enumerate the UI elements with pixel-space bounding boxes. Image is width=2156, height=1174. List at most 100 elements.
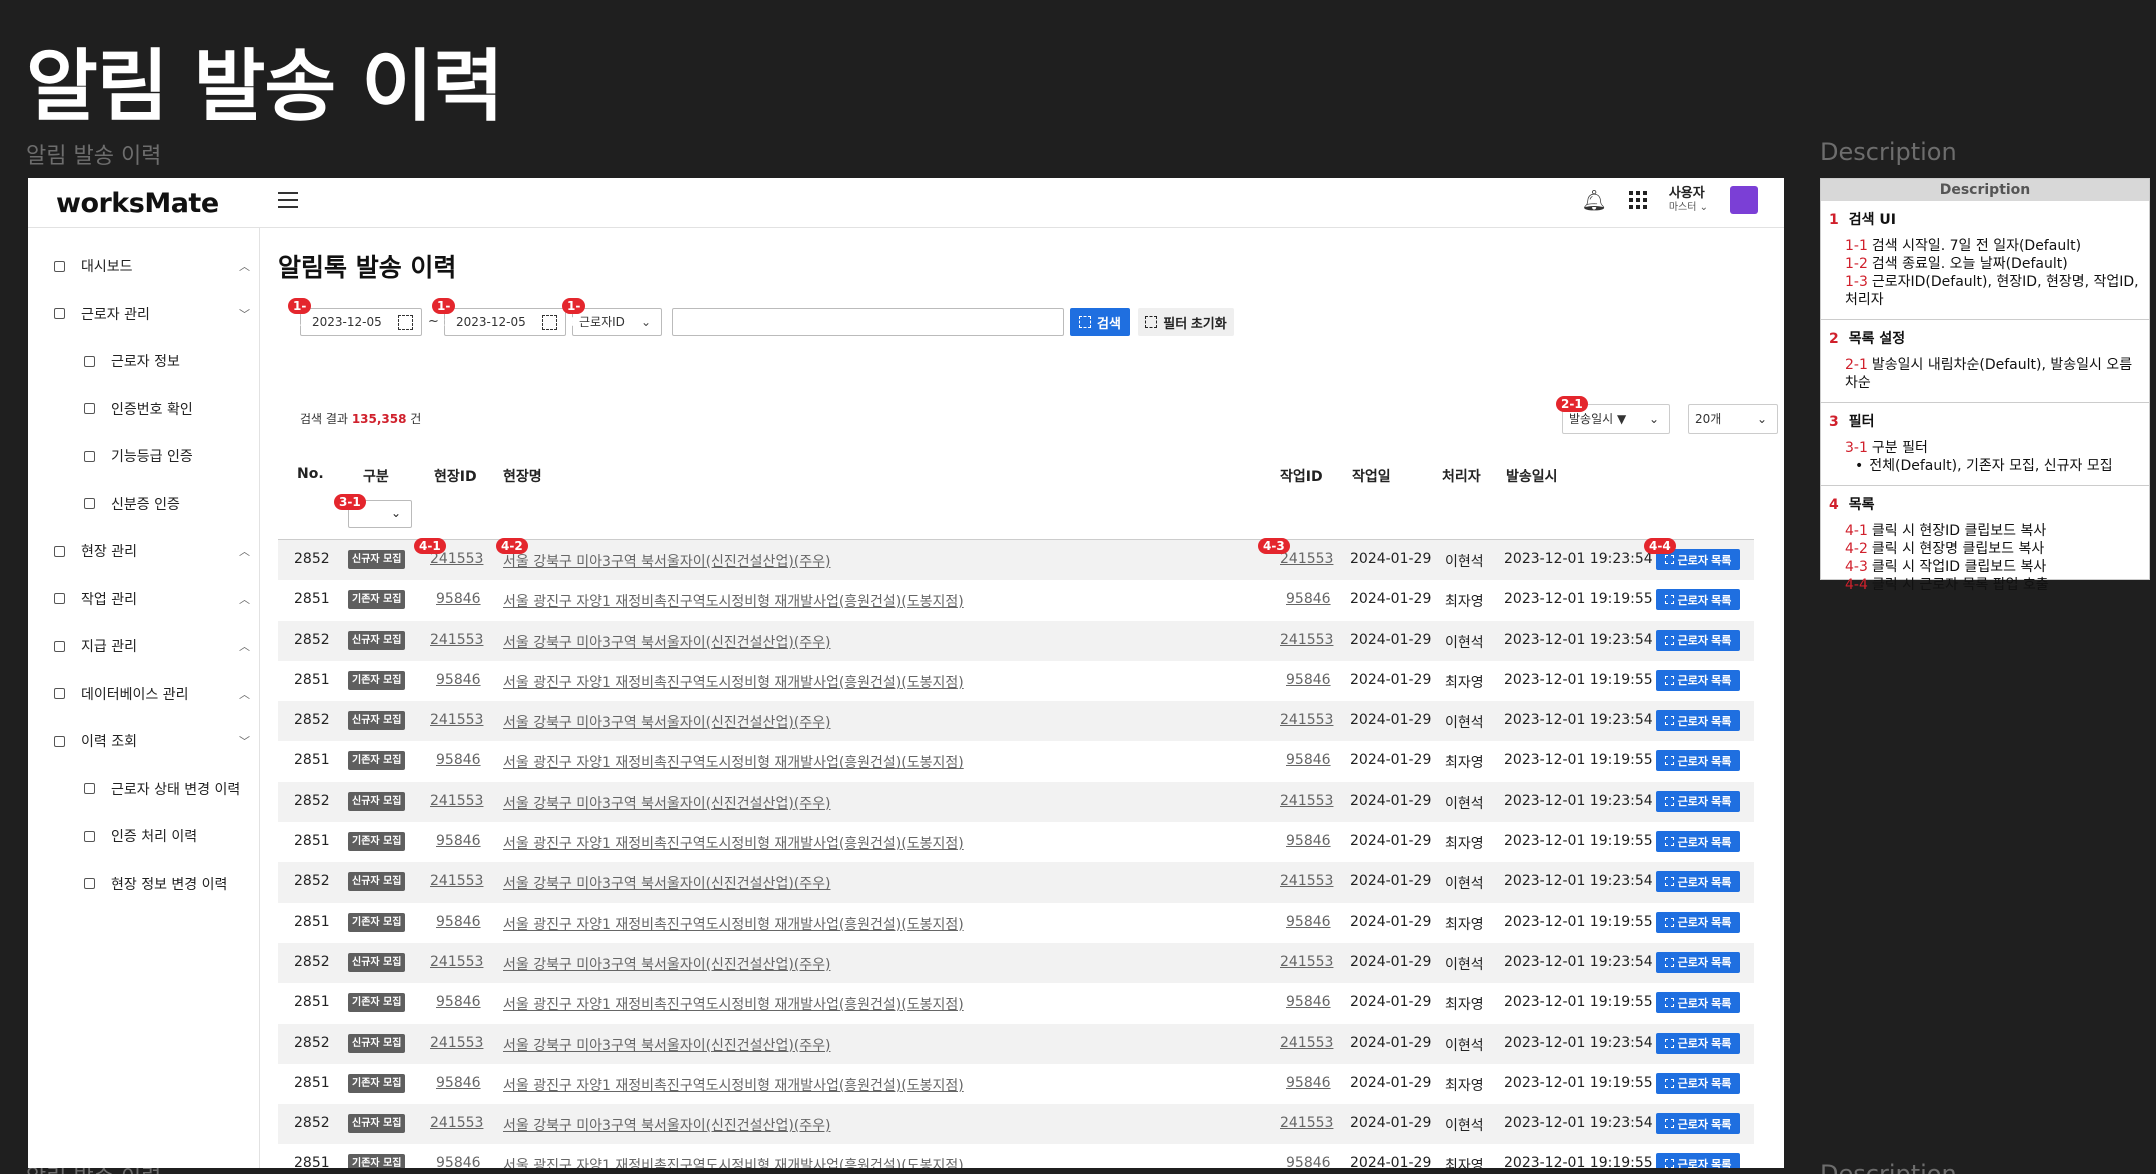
col-work-date[interactable]: 작업일 bbox=[1352, 466, 1391, 486]
site-id-link[interactable]: 95846 bbox=[436, 1155, 481, 1168]
worker-list-button[interactable]: 근로자 목록 bbox=[1656, 1113, 1740, 1135]
worker-list-button[interactable]: 근로자 목록 bbox=[1656, 1072, 1740, 1094]
sidebar-item[interactable]: 대시보드 ︿ bbox=[54, 246, 250, 286]
job-id-link[interactable]: 241553 bbox=[1280, 632, 1333, 648]
sidebar-item[interactable]: 신분증 인증 bbox=[84, 484, 250, 524]
user-menu[interactable]: 사용자 마스터 ⌄ bbox=[1669, 187, 1708, 213]
site-id-link[interactable]: 241553 bbox=[430, 793, 483, 809]
site-name-link[interactable]: 서울 강북구 미아3구역 북서울자이(신진건설산업)(주우) bbox=[503, 551, 830, 571]
worker-list-button[interactable]: 근로자 목록 bbox=[1656, 750, 1740, 772]
sidebar-item[interactable]: 기능등급 인증 bbox=[84, 436, 250, 476]
site-name-link[interactable]: 서울 광진구 자양1 재정비촉진구역도시정비형 재개발사업(흥원건설)(도봉지점… bbox=[503, 914, 964, 934]
col-no[interactable]: No. bbox=[297, 466, 324, 482]
chevron-down-icon[interactable]: ﹀ bbox=[239, 306, 250, 322]
sidebar-item[interactable]: 현장 관리 ︿ bbox=[54, 531, 250, 571]
site-id-link[interactable]: 95846 bbox=[436, 752, 481, 768]
worker-list-button[interactable]: 근로자 목록 bbox=[1656, 589, 1740, 611]
job-id-link[interactable]: 241553 bbox=[1280, 712, 1333, 728]
sidebar-item[interactable]: 작업 관리 ︿ bbox=[54, 579, 250, 619]
bell-icon[interactable]: 🔔︎ bbox=[1581, 188, 1606, 212]
site-name-link[interactable]: 서울 광진구 자양1 재정비촉진구역도시정비형 재개발사업(흥원건설)(도봉지점… bbox=[503, 1155, 964, 1168]
worker-list-button[interactable]: 근로자 목록 bbox=[1656, 669, 1740, 691]
sidebar-item[interactable]: 현장 정보 변경 이력 bbox=[84, 864, 250, 904]
site-name-link[interactable]: 서울 강북구 미아3구역 북서울자이(신진건설산업)(주우) bbox=[503, 873, 830, 893]
job-id-link[interactable]: 241553 bbox=[1280, 793, 1333, 809]
worker-list-button[interactable]: 근로자 목록 bbox=[1656, 790, 1740, 812]
site-id-link[interactable]: 95846 bbox=[436, 1075, 481, 1091]
site-id-link[interactable]: 241553 bbox=[430, 1115, 483, 1131]
site-id-link[interactable]: 241553 bbox=[430, 954, 483, 970]
job-id-link[interactable]: 95846 bbox=[1286, 994, 1331, 1010]
site-name-link[interactable]: 서울 광진구 자양1 재정비촉진구역도시정비형 재개발사업(흥원건설)(도봉지점… bbox=[503, 1075, 964, 1095]
job-id-link[interactable]: 95846 bbox=[1286, 833, 1331, 849]
sidebar-item[interactable]: 인증번호 확인 bbox=[84, 389, 250, 429]
site-name-link[interactable]: 서울 강북구 미아3구역 북서울자이(신진건설산업)(주우) bbox=[503, 954, 830, 974]
col-sent-at[interactable]: 발송일시 bbox=[1506, 466, 1558, 486]
col-site-name[interactable]: 현장명 bbox=[503, 466, 542, 486]
site-name-link[interactable]: 서울 광진구 자양1 재정비촉진구역도시정비형 재개발사업(흥원건설)(도봉지점… bbox=[503, 833, 964, 853]
calendar-icon[interactable] bbox=[542, 315, 557, 330]
reset-filter-button[interactable]: 필터 초기화 bbox=[1138, 308, 1234, 336]
job-id-link[interactable]: 241553 bbox=[1280, 551, 1333, 567]
worker-list-button[interactable]: 근로자 목록 bbox=[1656, 629, 1740, 651]
site-id-link[interactable]: 95846 bbox=[436, 672, 481, 688]
site-name-link[interactable]: 서울 광진구 자양1 재정비촉진구역도시정비형 재개발사업(흥원건설)(도봉지점… bbox=[503, 591, 964, 611]
site-name-link[interactable]: 서울 광진구 자양1 재정비촉진구역도시정비형 재개발사업(흥원건설)(도봉지점… bbox=[503, 994, 964, 1014]
worker-list-button[interactable]: 근로자 목록 bbox=[1656, 911, 1740, 933]
avatar[interactable] bbox=[1730, 186, 1758, 214]
col-handler[interactable]: 처리자 bbox=[1442, 466, 1481, 486]
job-id-link[interactable]: 95846 bbox=[1286, 914, 1331, 930]
site-name-link[interactable]: 서울 강북구 미아3구역 북서울자이(신진건설산업)(주우) bbox=[503, 712, 830, 732]
site-name-link[interactable]: 서울 강북구 미아3구역 북서울자이(신진건설산업)(주우) bbox=[503, 1035, 830, 1055]
site-id-link[interactable]: 95846 bbox=[436, 591, 481, 607]
job-id-link[interactable]: 95846 bbox=[1286, 1155, 1331, 1168]
search-type-select[interactable]: 근로자ID ⌄ bbox=[572, 308, 662, 336]
site-id-link[interactable]: 95846 bbox=[436, 914, 481, 930]
site-id-link[interactable]: 241553 bbox=[430, 632, 483, 648]
site-id-link[interactable]: 241553 bbox=[430, 712, 483, 728]
end-date-input[interactable]: 2023-12-05 bbox=[444, 308, 566, 336]
start-date-input[interactable]: 2023-12-05 bbox=[300, 308, 422, 336]
site-id-link[interactable]: 95846 bbox=[436, 833, 481, 849]
job-id-link[interactable]: 241553 bbox=[1280, 1035, 1333, 1051]
apps-grid-icon[interactable] bbox=[1628, 191, 1647, 209]
chevron-up-icon[interactable]: ︿ bbox=[239, 543, 250, 559]
page-size-select[interactable]: 20개 ⌄ bbox=[1688, 404, 1778, 434]
job-id-link[interactable]: 95846 bbox=[1286, 672, 1331, 688]
site-id-link[interactable]: 241553 bbox=[430, 1035, 483, 1051]
calendar-icon[interactable] bbox=[398, 315, 413, 330]
chevron-up-icon[interactable]: ︿ bbox=[239, 686, 250, 702]
site-id-link[interactable]: 95846 bbox=[436, 994, 481, 1010]
sidebar-item[interactable]: 근로자 상태 변경 이력 bbox=[84, 769, 250, 809]
sidebar-item[interactable]: 근로자 정보 bbox=[84, 341, 250, 381]
worker-list-button[interactable]: 근로자 목록 bbox=[1656, 992, 1740, 1014]
job-id-link[interactable]: 95846 bbox=[1286, 1075, 1331, 1091]
site-name-link[interactable]: 서울 강북구 미아3구역 북서울자이(신진건설산업)(주우) bbox=[503, 632, 830, 652]
job-id-link[interactable]: 241553 bbox=[1280, 954, 1333, 970]
job-id-link[interactable]: 241553 bbox=[1280, 1115, 1333, 1131]
search-button[interactable]: 검색 bbox=[1070, 308, 1130, 336]
chevron-up-icon[interactable]: ︿ bbox=[239, 258, 250, 274]
worker-list-button[interactable]: 근로자 목록 bbox=[1656, 710, 1740, 732]
job-id-link[interactable]: 95846 bbox=[1286, 752, 1331, 768]
sidebar-item[interactable]: 데이터베이스 관리 ︿ bbox=[54, 674, 250, 714]
job-id-link[interactable]: 95846 bbox=[1286, 591, 1331, 607]
job-id-link[interactable]: 241553 bbox=[1280, 873, 1333, 889]
worker-list-button[interactable]: 근로자 목록 bbox=[1656, 831, 1740, 853]
col-site-id[interactable]: 현장ID bbox=[434, 466, 477, 486]
menu-icon[interactable] bbox=[278, 192, 298, 210]
chevron-up-icon[interactable]: ︿ bbox=[239, 638, 250, 654]
site-id-link[interactable]: 241553 bbox=[430, 873, 483, 889]
worker-list-button[interactable]: 근로자 목록 bbox=[1656, 1153, 1740, 1168]
site-name-link[interactable]: 서울 광진구 자양1 재정비촉진구역도시정비형 재개발사업(흥원건설)(도봉지점… bbox=[503, 672, 964, 692]
worker-list-button[interactable]: 근로자 목록 bbox=[1656, 871, 1740, 893]
site-name-link[interactable]: 서울 강북구 미아3구역 북서울자이(신진건설산업)(주우) bbox=[503, 1115, 830, 1135]
site-name-link[interactable]: 서울 광진구 자양1 재정비촉진구역도시정비형 재개발사업(흥원건설)(도봉지점… bbox=[503, 752, 964, 772]
site-name-link[interactable]: 서울 강북구 미아3구역 북서울자이(신진건설산업)(주우) bbox=[503, 793, 830, 813]
search-input[interactable] bbox=[672, 308, 1064, 336]
chevron-down-icon[interactable]: ﹀ bbox=[239, 733, 250, 749]
col-category[interactable]: 구분 bbox=[363, 466, 389, 486]
worker-list-button[interactable]: 근로자 목록 bbox=[1656, 951, 1740, 973]
col-job-id[interactable]: 작업ID bbox=[1280, 466, 1323, 486]
logo[interactable]: worksMate bbox=[56, 188, 219, 219]
